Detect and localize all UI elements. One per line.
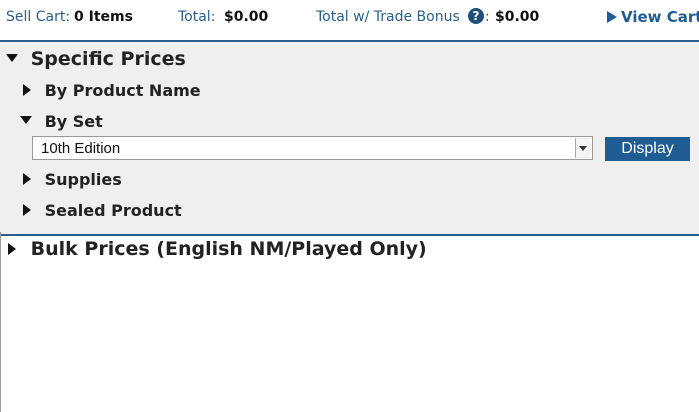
- trade-bonus-label: Total w/ Trade Bonus: [316, 9, 460, 25]
- supplies-toggle[interactable]: Supplies: [23, 170, 122, 189]
- set-select-value: 10th Edition: [41, 140, 121, 157]
- dropdown-arrow-icon[interactable]: [575, 138, 591, 158]
- expand-arrow-icon: [23, 204, 31, 216]
- collapse-arrow-icon: [20, 116, 32, 124]
- sealed-product-toggle[interactable]: Sealed Product: [23, 201, 182, 220]
- by-set-toggle[interactable]: By Set: [20, 112, 103, 131]
- bulk-prices-title: Bulk Prices (English NM/Played Only): [30, 238, 427, 260]
- set-select-dropdown[interactable]: 10th Edition: [32, 136, 593, 160]
- specific-prices-panel: Specific Prices By Product Name By Set 1…: [0, 40, 699, 236]
- specific-prices-header[interactable]: Specific Prices: [6, 48, 186, 70]
- expand-arrow-icon: [23, 173, 31, 185]
- trade-bonus-colon: :: [485, 9, 490, 25]
- sell-cart-label: Sell Cart:: [6, 9, 71, 25]
- total-value: $0.00: [224, 9, 269, 25]
- content-left-border: [0, 232, 1, 412]
- cart-summary-bar: Sell Cart: 0 Items Total: $0.00 Total w/…: [0, 0, 699, 38]
- help-icon[interactable]: ?: [468, 8, 484, 24]
- expand-arrow-icon: [23, 84, 31, 96]
- specific-prices-title: Specific Prices: [30, 48, 186, 70]
- view-cart-link[interactable]: View Cart: [607, 8, 699, 26]
- by-product-name-label: By Product Name: [44, 81, 201, 100]
- supplies-label: Supplies: [44, 170, 122, 189]
- view-cart-label: View Cart: [621, 8, 699, 26]
- sealed-product-label: Sealed Product: [44, 201, 182, 220]
- trade-bonus-value: $0.00: [495, 9, 540, 25]
- sell-cart-count: 0 Items: [74, 9, 133, 25]
- display-button[interactable]: Display: [605, 137, 690, 161]
- play-arrow-icon: [607, 11, 617, 23]
- by-product-name-toggle[interactable]: By Product Name: [23, 81, 201, 100]
- expand-arrow-icon: [8, 243, 16, 255]
- by-set-label: By Set: [44, 112, 103, 131]
- collapse-arrow-icon: [6, 54, 18, 62]
- total-label: Total:: [178, 9, 216, 25]
- bulk-prices-header[interactable]: Bulk Prices (English NM/Played Only): [8, 238, 427, 260]
